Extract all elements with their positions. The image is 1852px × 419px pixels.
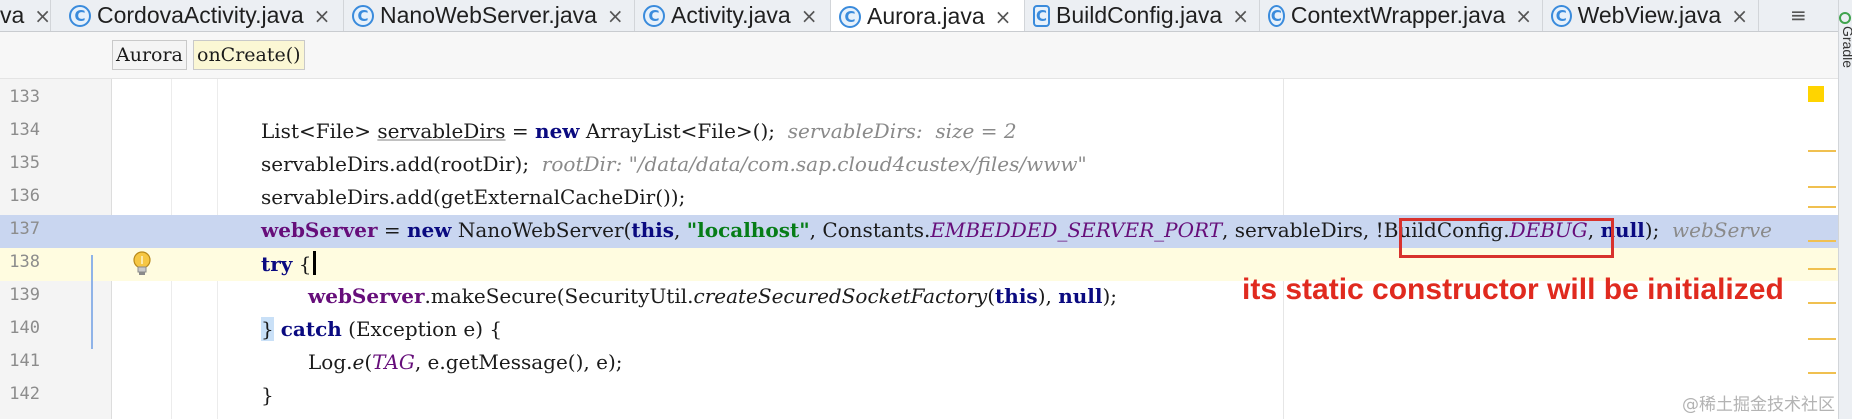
scroll-marker[interactable] <box>1808 150 1836 152</box>
tab-context-wrapper[interactable]: C ContextWrapper.java × <box>1260 0 1543 31</box>
annotation-highlight-box <box>1399 218 1614 258</box>
code-line[interactable]: 134 List<File> servableDirs = new ArrayL… <box>0 116 1838 149</box>
line-number: 133 <box>9 87 40 107</box>
tab-label: WebView.java <box>1577 2 1722 28</box>
line-number: 138 <box>9 252 40 272</box>
close-icon[interactable]: × <box>34 4 51 28</box>
code-line[interactable]: 140 } catch (Exception e) { <box>0 314 1838 347</box>
code-line[interactable]: 135 servableDirs.add(rootDir); rootDir: … <box>0 149 1838 182</box>
code-text: webServer.makeSecure(SecurityUtil.create… <box>308 284 1118 308</box>
tab-aurora[interactable]: C Aurora.java × <box>831 0 1025 31</box>
tab-web-view[interactable]: C WebView.java × <box>1543 0 1759 31</box>
line-number: 135 <box>9 153 40 173</box>
tab-label: BuildConfig.java <box>1056 2 1223 28</box>
line-number: 137 <box>9 219 40 239</box>
tab-list-menu-icon[interactable]: ≡ <box>1790 3 1807 27</box>
code-line[interactable]: 136 servableDirs.add(getExternalCacheDir… <box>0 182 1838 215</box>
close-icon[interactable]: × <box>801 4 818 28</box>
code-text: List<File> servableDirs = new ArrayList<… <box>261 119 1017 143</box>
tab-build-config[interactable]: C BuildConfig.java × <box>1025 0 1260 31</box>
class-icon: C <box>643 4 665 27</box>
gradle-icon[interactable] <box>1839 12 1851 24</box>
close-icon[interactable]: × <box>607 4 624 28</box>
code-text: } <box>261 383 274 407</box>
close-icon[interactable]: × <box>1731 4 1748 28</box>
debug-value-hint: webServe <box>1672 218 1773 242</box>
scroll-marker[interactable] <box>1808 268 1836 270</box>
lightbulb-icon[interactable] <box>131 250 153 278</box>
code-text: Log.e(TAG, e.getMessage(), e); <box>308 350 623 374</box>
brace-match-marker <box>91 255 93 349</box>
class-icon: C <box>1551 4 1572 27</box>
code-text: servableDirs.add(getExternalCacheDir()); <box>261 185 686 209</box>
class-icon: C <box>352 4 374 27</box>
class-icon: C <box>69 4 91 27</box>
line-number: 142 <box>9 384 40 404</box>
scroll-marker[interactable] <box>1808 186 1836 188</box>
tab-label: ContextWrapper.java <box>1290 2 1506 28</box>
tab-label: NanoWebServer.java <box>380 2 597 28</box>
tab-nano-web-server[interactable]: C NanoWebServer.java × <box>344 0 635 31</box>
debug-value-hint: servableDirs: size = 2 <box>787 119 1017 143</box>
scroll-marker[interactable] <box>1808 302 1836 304</box>
scroll-marker[interactable] <box>1808 240 1836 242</box>
class-icon: C <box>1033 4 1051 27</box>
breadcrumb-class[interactable]: Aurora <box>112 40 187 70</box>
line-number: 134 <box>9 120 40 140</box>
code-line[interactable]: 141 Log.e(TAG, e.getMessage(), e); <box>0 347 1838 380</box>
class-icon: C <box>1268 4 1285 27</box>
tab-activity[interactable]: C Activity.java × <box>635 0 831 31</box>
code-line[interactable]: 133 <box>0 83 1838 116</box>
close-icon[interactable]: × <box>1515 4 1532 28</box>
line-number: 136 <box>9 186 40 206</box>
editor-tab-bar: va × C CordovaActivity.java × C NanoWebS… <box>0 0 1852 32</box>
tab-cordova-activity[interactable]: C CordovaActivity.java × <box>61 0 344 31</box>
tab-truncated[interactable]: va × <box>0 0 51 31</box>
line-number: 140 <box>9 318 40 338</box>
code-line[interactable]: 142 } <box>0 380 1838 413</box>
gradle-tool-button[interactable]: Gradle <box>1840 26 1852 68</box>
code-text: try { <box>261 251 316 276</box>
text-caret <box>312 251 316 275</box>
tab-label: Activity.java <box>671 2 791 28</box>
annotation-text: its static constructor will be initializ… <box>1242 273 1784 306</box>
code-text: } catch (Exception e) { <box>261 317 503 341</box>
close-icon[interactable]: × <box>995 5 1012 29</box>
inspection-status-icon[interactable] <box>1808 86 1824 102</box>
tab-label: CordovaActivity.java <box>97 2 304 28</box>
breadcrumb: Aurora onCreate() <box>0 32 1838 79</box>
scroll-marker[interactable] <box>1808 338 1836 340</box>
tab-label: Aurora.java <box>867 3 985 29</box>
tab-label: va <box>0 2 25 28</box>
close-icon[interactable]: × <box>1232 4 1249 28</box>
scroll-marker[interactable] <box>1808 206 1836 208</box>
line-number: 139 <box>9 285 40 305</box>
line-number: 141 <box>9 351 40 371</box>
debug-value-hint: rootDir: "/data/data/com.sap.cloud4custe… <box>541 152 1087 176</box>
scroll-marker[interactable] <box>1808 372 1836 374</box>
watermark: @稀土掘金技术社区 <box>1682 395 1835 415</box>
class-icon: C <box>839 5 861 28</box>
code-text: servableDirs.add(rootDir); rootDir: "/da… <box>261 152 1087 176</box>
breadcrumb-method[interactable]: onCreate() <box>193 40 305 70</box>
close-icon[interactable]: × <box>314 4 331 28</box>
